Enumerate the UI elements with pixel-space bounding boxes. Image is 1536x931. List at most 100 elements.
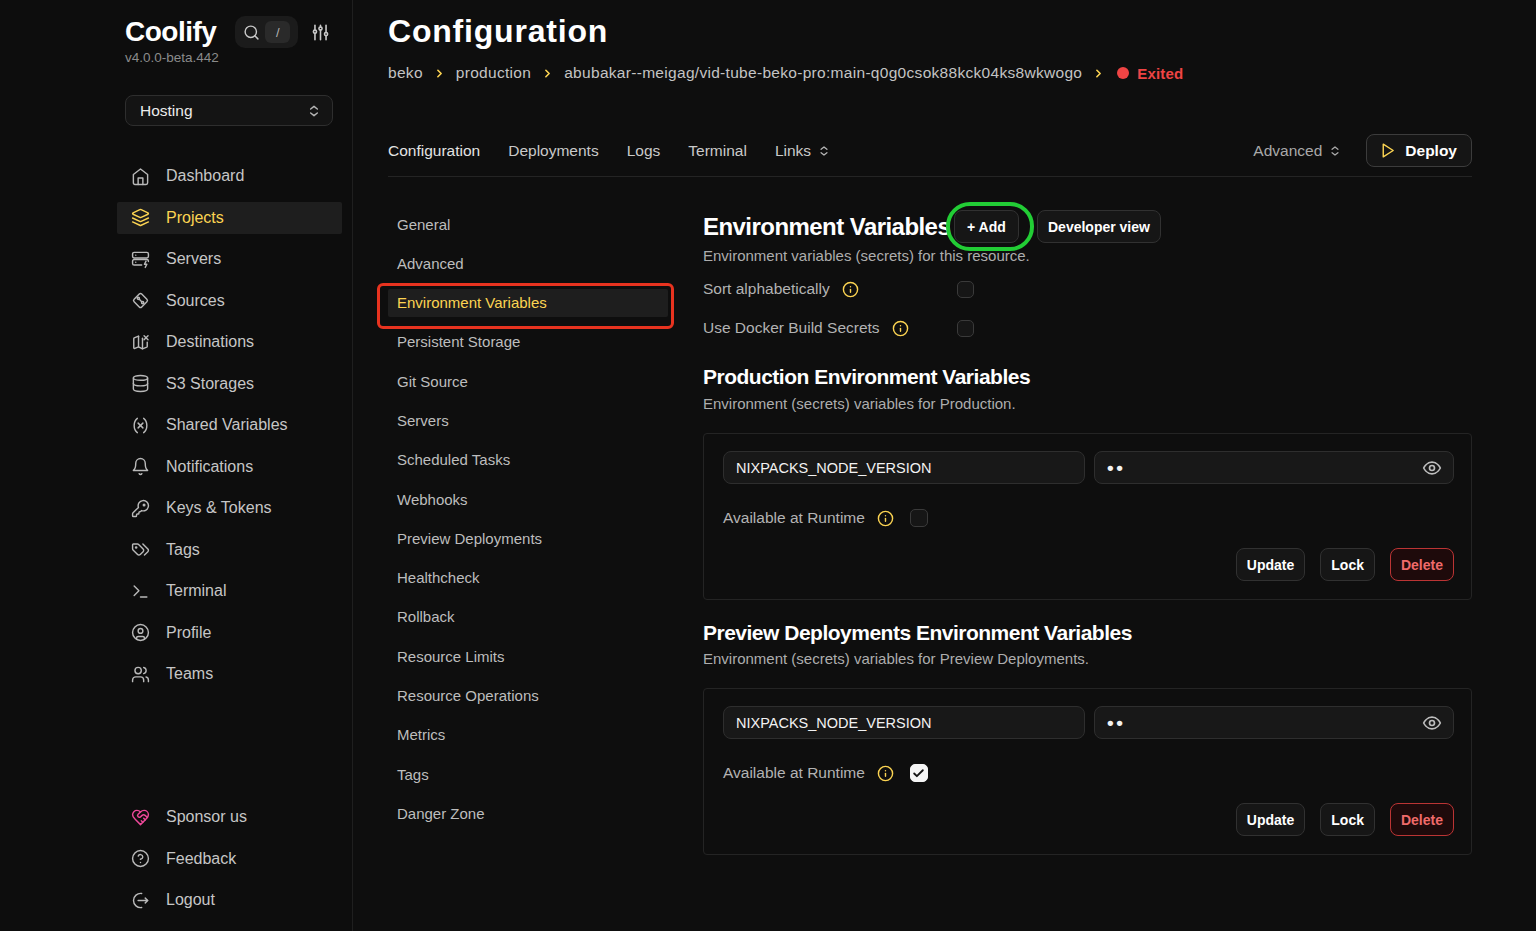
available-at-runtime-checkbox[interactable] [910, 764, 928, 782]
sidebar-item-destinations[interactable]: Destinations [117, 326, 342, 358]
sidebar-item-label: Servers [166, 250, 221, 268]
sidebar-item-teams[interactable]: Teams [117, 658, 342, 690]
sidebar-item-label: S3 Storages [166, 375, 254, 393]
available-at-runtime-checkbox[interactable] [910, 509, 928, 527]
available-at-runtime-row: Available at Runtime [723, 509, 1454, 527]
sidebar-item-label: Shared Variables [166, 416, 288, 434]
env-name-input[interactable] [723, 451, 1085, 484]
subnav-item-servers[interactable]: Servers [388, 406, 668, 434]
key-icon [131, 499, 150, 518]
subnav-item-danger-zone[interactable]: Danger Zone [388, 799, 668, 827]
sidebar-item-servers[interactable]: Servers [117, 243, 342, 275]
preview-section-title: Preview Deployments Environment Variable… [703, 621, 1132, 645]
info-icon [892, 320, 909, 337]
content-column: Environment Variables + Add Developer vi… [703, 0, 1472, 931]
update-button[interactable]: Update [1236, 548, 1305, 581]
subnav-item-git-source[interactable]: Git Source [388, 367, 668, 395]
git-source-icon [131, 291, 150, 310]
breadcrumb-project[interactable]: beko [388, 64, 423, 82]
map-icon [131, 333, 150, 352]
lock-button[interactable]: Lock [1320, 803, 1375, 836]
sidebar-item-sponsor-us[interactable]: Sponsor us [117, 801, 342, 833]
chevron-right-icon [541, 67, 554, 80]
eye-icon[interactable] [1422, 458, 1442, 478]
sidebar-item-label: Notifications [166, 458, 253, 476]
subnav-item-advanced[interactable]: Advanced [388, 249, 668, 277]
users-icon [131, 665, 150, 684]
help-circle-icon [131, 849, 150, 868]
sort-alphabetically-checkbox[interactable] [957, 281, 974, 298]
layers-icon [131, 208, 150, 227]
add-button[interactable]: + Add [954, 210, 1019, 243]
sidebar-item-label: Logout [166, 891, 215, 909]
sidebar-item-label: Terminal [166, 582, 226, 600]
subnav-item-scheduled-tasks[interactable]: Scheduled Tasks [388, 446, 668, 474]
sidebar: Coolify / v4.0.0-beta.442 Hosting Dashbo… [0, 0, 353, 931]
info-icon [877, 765, 894, 782]
subnav-item-general[interactable]: General [388, 210, 668, 238]
sidebar-item-label: Sources [166, 292, 225, 310]
sidebar-item-label: Dashboard [166, 167, 244, 185]
subnav-item-webhooks[interactable]: Webhooks [388, 485, 668, 513]
sidebar-item-keys-tokens[interactable]: Keys & Tokens [117, 492, 342, 524]
sidebar-item-logout[interactable]: Logout [117, 884, 342, 916]
env-value-input[interactable] [1094, 451, 1454, 484]
subnav-item-preview-deployments[interactable]: Preview Deployments [388, 524, 668, 552]
subnav-item-rollback[interactable]: Rollback [388, 603, 668, 631]
sidebar-item-dashboard[interactable]: Dashboard [117, 160, 342, 192]
heart-handshake-icon [131, 808, 150, 827]
subnav-item-healthcheck[interactable]: Healthcheck [388, 564, 668, 592]
user-circle-icon [131, 623, 150, 642]
subnav-item-metrics[interactable]: Metrics [388, 721, 668, 749]
subnav-item-persistent-storage[interactable]: Persistent Storage [388, 328, 668, 356]
subnav-item-tags[interactable]: Tags [388, 760, 668, 788]
sidebar-item-label: Sponsor us [166, 808, 247, 826]
breadcrumb-environment[interactable]: production [456, 64, 531, 82]
sidebar-item-label: Projects [166, 209, 224, 227]
sidebar-item-shared-variables[interactable]: Shared Variables [117, 409, 342, 441]
eye-icon[interactable] [1422, 713, 1442, 733]
sidebar-item-tags[interactable]: Tags [117, 534, 342, 566]
sidebar-nav: Dashboard Projects Servers Sources Destinati… [117, 160, 342, 700]
team-selector[interactable]: Hosting [125, 95, 333, 126]
team-selector-value: Hosting [140, 102, 306, 120]
env-var-card: Available at Runtime Update Lock Delete [703, 433, 1472, 600]
sort-alphabetically-row: Sort alphabetically [703, 280, 1472, 298]
page-title: Configuration [388, 13, 608, 50]
sidebar-item-label: Tags [166, 541, 200, 559]
home-icon [131, 167, 150, 186]
delete-button[interactable]: Delete [1390, 548, 1454, 581]
env-name-input[interactable] [723, 706, 1085, 739]
variable-icon [131, 416, 150, 435]
sidebar-item-label: Keys & Tokens [166, 499, 272, 517]
production-section-description: Environment (secrets) variables for Prod… [703, 395, 1016, 412]
sidebar-item-profile[interactable]: Profile [117, 617, 342, 649]
section-title: Environment Variables [703, 213, 950, 241]
docker-build-secrets-checkbox[interactable] [957, 320, 974, 337]
sidebar-item-sources[interactable]: Sources [117, 285, 342, 317]
sidebar-item-terminal[interactable]: Terminal [117, 575, 342, 607]
subnav-item-resource-operations[interactable]: Resource Operations [388, 682, 668, 710]
tab-deployments[interactable]: Deployments [508, 142, 598, 160]
sidebar-item-projects[interactable]: Projects [117, 202, 342, 234]
logo-row: Coolify / [125, 15, 335, 49]
search-button[interactable]: / [235, 16, 298, 48]
sidebar-item-feedback[interactable]: Feedback [117, 843, 342, 875]
search-icon [243, 24, 260, 41]
tab-configuration[interactable]: Configuration [388, 142, 480, 160]
sidebar-item-s3-storages[interactable]: S3 Storages [117, 368, 342, 400]
update-button[interactable]: Update [1236, 803, 1305, 836]
env-value-input[interactable] [1094, 706, 1454, 739]
app-logo: Coolify [125, 16, 216, 48]
logout-icon [131, 891, 150, 910]
sidebar-item-label: Feedback [166, 850, 236, 868]
lock-button[interactable]: Lock [1320, 548, 1375, 581]
sidebar-item-notifications[interactable]: Notifications [117, 451, 342, 483]
tab-logs[interactable]: Logs [627, 142, 661, 160]
settings-sliders-button[interactable] [311, 23, 330, 42]
subnav-item-environment-variables[interactable]: Environment Variables [388, 289, 668, 317]
sidebar-item-label: Profile [166, 624, 211, 642]
developer-view-button[interactable]: Developer view [1037, 210, 1161, 243]
delete-button[interactable]: Delete [1390, 803, 1454, 836]
subnav-item-resource-limits[interactable]: Resource Limits [388, 642, 668, 670]
